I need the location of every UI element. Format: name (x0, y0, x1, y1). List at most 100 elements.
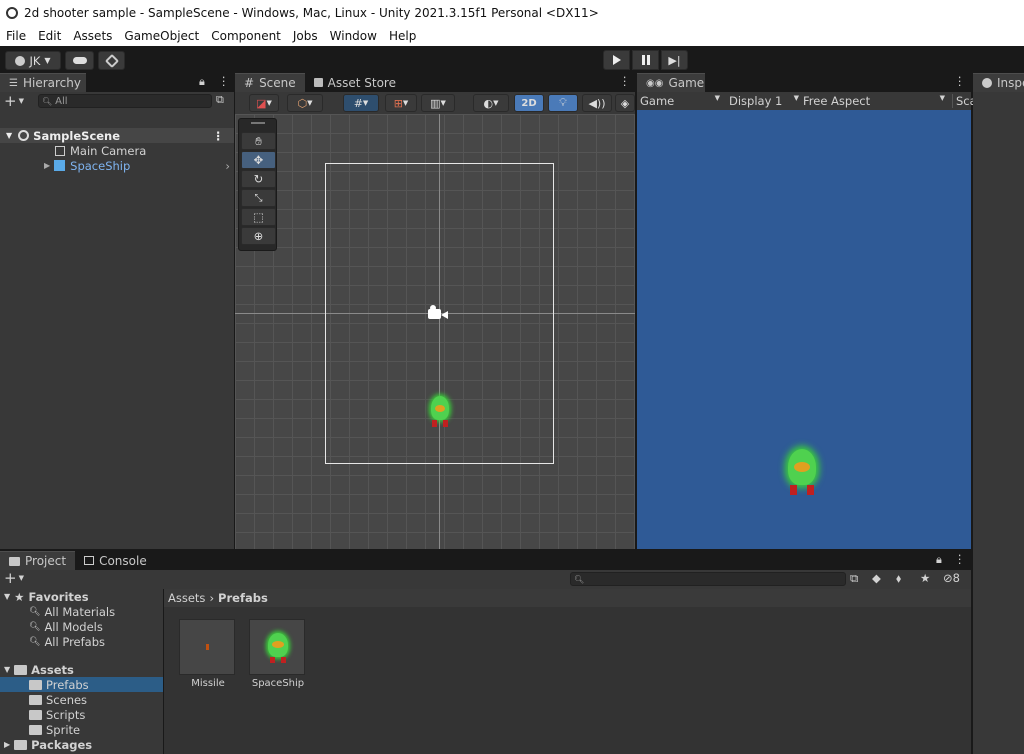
hand-icon: ✋︎ (255, 133, 262, 148)
transform-tool[interactable]: ⊕ (241, 227, 276, 245)
assets-row[interactable]: ▼ Assets (4, 662, 74, 677)
aspect-dropdown[interactable]: Free Aspect ▼ (803, 94, 945, 108)
lock-icon[interactable]: 🔒︎ (199, 75, 205, 89)
hand-tool[interactable]: ✋︎ (241, 132, 276, 150)
breadcrumb-assets[interactable]: Assets (168, 591, 205, 605)
play-button[interactable] (603, 50, 630, 70)
filter-by-type-icon[interactable]: ◆ (872, 571, 881, 585)
rect-tool[interactable]: ⬚ (241, 208, 276, 226)
menu-file[interactable]: File (0, 29, 32, 43)
camera-gizmo-icon[interactable] (428, 305, 450, 321)
display-dropdown[interactable]: Display 1 ▼ (729, 94, 799, 108)
tab-game[interactable]: ◉◉ Game (637, 73, 705, 92)
favorite-all-materials[interactable]: 🔍︎ All Materials (29, 604, 115, 619)
grid-lines-icon: ▥ (430, 96, 441, 110)
tab-project[interactable]: Project (0, 551, 76, 570)
move-tool[interactable]: ✥ (241, 151, 276, 169)
snap-increment-dropdown[interactable]: ⊞ ▼ (385, 94, 417, 112)
rotate-tool[interactable]: ↻ (241, 170, 276, 188)
filter-icon[interactable]: ⧉ (216, 93, 224, 107)
tab-console[interactable]: Console (75, 551, 156, 570)
hierarchy-item-main-camera[interactable]: Main Camera (55, 143, 146, 158)
menu-window[interactable]: Window (324, 29, 383, 43)
tab-inspector[interactable]: Inspe (973, 73, 1024, 92)
tab-asset-store[interactable]: Asset Store (305, 73, 405, 92)
folder-open-icon (14, 664, 28, 675)
label-icon[interactable]: ⬧ (896, 571, 901, 586)
favorites-row[interactable]: ▼ ★ Favorites (4, 589, 89, 604)
chevron-down-icon: ▼ (714, 94, 720, 102)
lighting-toggle[interactable]: 💡︎ (548, 94, 578, 112)
project-search-input[interactable]: 🔍︎ (570, 572, 846, 586)
project-content: Assets › Prefabs Missile SpaceShip (164, 589, 971, 754)
menu-component[interactable]: Component (205, 29, 287, 43)
scene-viewport[interactable] (235, 114, 635, 549)
create-asset-button[interactable]: + ▼ (4, 571, 24, 586)
grid-visibility-dropdown[interactable]: ▥ ▼ (421, 94, 455, 112)
favorite-all-models[interactable]: 🔍︎ All Models (29, 619, 103, 634)
eye-slash-icon: ⊘ (943, 571, 953, 585)
menu-edit[interactable]: Edit (32, 29, 67, 43)
pause-button[interactable] (632, 50, 659, 70)
menu-help[interactable]: Help (383, 29, 422, 43)
audio-toggle[interactable]: ◀)) (582, 94, 612, 112)
menu-jobs[interactable]: Jobs (287, 29, 324, 43)
menu-assets[interactable]: Assets (67, 29, 118, 43)
game-mode-dropdown[interactable]: Game ▼ (640, 94, 720, 108)
account-dropdown[interactable]: JK ▼ (5, 51, 61, 70)
tab-hierarchy-label: Hierarchy (22, 76, 81, 90)
step-button[interactable]: ▶| (661, 50, 688, 70)
star-icon[interactable]: ★ (920, 571, 930, 585)
game-viewport[interactable] (637, 110, 971, 549)
scene-visibility-dropdown[interactable]: ◐ ▼ (473, 94, 509, 112)
2d-mode-toggle[interactable]: 2D (514, 94, 544, 112)
folder-sprite[interactable]: Sprite (29, 722, 80, 737)
tab-hierarchy[interactable]: ☰ Hierarchy (0, 73, 86, 92)
favorite-all-prefabs[interactable]: 🔍︎ All Prefabs (29, 634, 105, 649)
packages-row[interactable]: ▶ Packages (4, 737, 92, 752)
asset-spaceship[interactable]: SpaceShip (249, 619, 307, 691)
favorites-label: Favorites (28, 589, 89, 604)
drag-handle[interactable] (251, 122, 265, 124)
layers-icon: ◈ (620, 96, 630, 110)
hierarchy-item-label: SpaceShip (70, 158, 131, 173)
tab-asset-store-label: Asset Store (327, 75, 396, 90)
kebab-menu-icon[interactable]: ⋮ (213, 129, 225, 143)
create-button[interactable]: + ▼ (4, 94, 24, 109)
cloud-button[interactable] (65, 51, 94, 70)
scale-tool[interactable]: ⤡ (241, 189, 276, 207)
kebab-menu-icon[interactable]: ⋮ (619, 74, 631, 88)
2d-mode-label: 2D (521, 97, 537, 109)
chevron-right-icon[interactable]: › (225, 159, 230, 173)
scene-row[interactable]: ▼ SampleScene ⋮ (0, 128, 234, 143)
folder-scenes[interactable]: Scenes (29, 692, 87, 707)
rotate-icon: ↻ (253, 172, 264, 186)
draw-mode-dropdown[interactable]: ◪ ▼ (249, 94, 279, 112)
kebab-menu-icon[interactable]: ⋮ (954, 74, 966, 88)
search-by-type-icon[interactable]: ⧉ (850, 571, 858, 586)
kebab-menu-icon[interactable]: ⋮ (218, 74, 230, 88)
expand-down-icon: ▼ (4, 592, 11, 601)
render-mode-dropdown[interactable]: ⬡ ▼ (287, 94, 323, 112)
hierarchy-search-input[interactable]: 🔍︎ All (38, 94, 212, 108)
collab-button[interactable] (98, 51, 125, 70)
breadcrumb-prefabs[interactable]: Prefabs (218, 591, 268, 605)
hierarchy-item-spaceship[interactable]: ▶ SpaceShip › (44, 158, 234, 173)
chevron-down-icon: ▼ (307, 99, 313, 107)
chevron-down-icon: ▼ (266, 99, 272, 107)
grid-snap-toggle[interactable]: # ▼ (343, 94, 379, 112)
expand-right-icon: ▶ (4, 740, 11, 749)
tab-scene[interactable]: # Scene (235, 73, 305, 92)
hidden-packages-toggle[interactable]: ⊘ 8 (943, 571, 960, 585)
grid-snap-icon: # (353, 96, 363, 110)
chevron-down-icon: ▼ (18, 97, 24, 105)
spaceship-sprite[interactable] (424, 396, 456, 428)
lock-icon[interactable]: 🔒︎ (936, 553, 942, 567)
folder-scripts[interactable]: Scripts (29, 707, 85, 722)
effects-toggle[interactable]: ◈ (615, 94, 635, 112)
folder-prefabs[interactable]: Prefabs (0, 677, 163, 692)
menu-gameobject[interactable]: GameObject (118, 29, 205, 43)
asset-missile[interactable]: Missile (179, 619, 237, 691)
info-icon (982, 78, 992, 88)
kebab-menu-icon[interactable]: ⋮ (954, 552, 966, 566)
